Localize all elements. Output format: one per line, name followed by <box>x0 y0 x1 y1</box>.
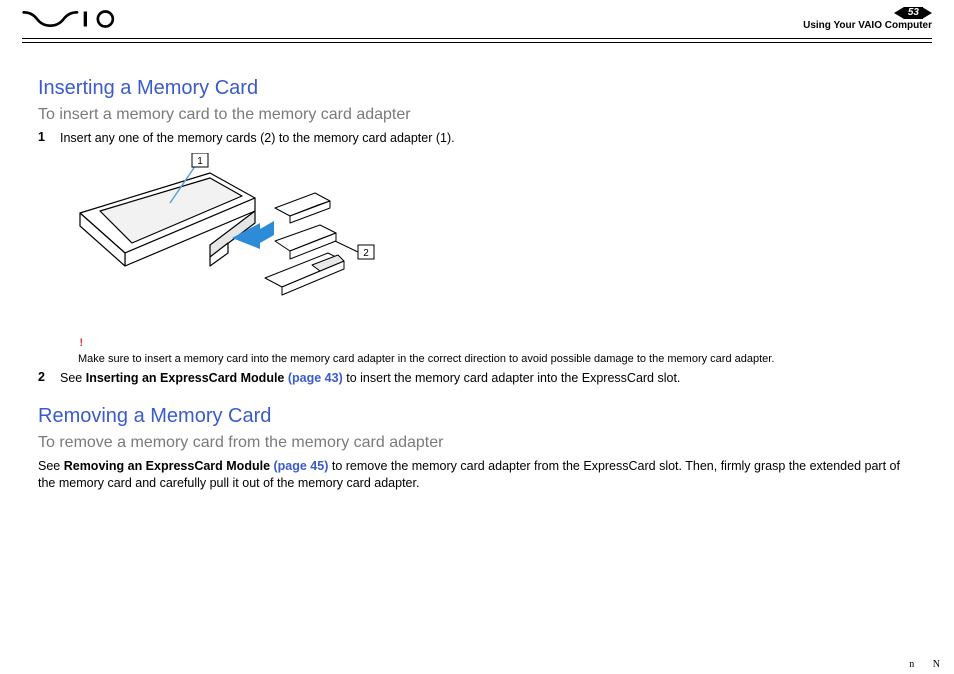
step-2-number: 2 <box>38 370 60 384</box>
remove-paragraph: See Removing an ExpressCard Module (page… <box>38 458 916 492</box>
prev-page-icon[interactable] <box>894 7 904 19</box>
step-2-post: to insert the memory card adapter into t… <box>343 371 681 385</box>
caution-note: ! Make sure to insert a memory card into… <box>78 337 916 367</box>
heading-remove: Removing a Memory Card <box>38 405 916 428</box>
remove-link[interactable]: (page 45) <box>274 459 329 473</box>
step-2-link[interactable]: (page 43) <box>288 371 343 385</box>
header-rule-1 <box>22 38 932 39</box>
illustration-memory-card: 1 2 <box>60 153 380 333</box>
subheading-remove: To remove a memory card from the memory … <box>38 434 916 452</box>
page-nav: 53 <box>894 7 932 19</box>
step-1-number: 1 <box>38 130 60 144</box>
svg-text:2: 2 <box>363 248 369 259</box>
step-2-pre: See <box>60 371 86 385</box>
step-1: 1 Insert any one of the memory cards (2)… <box>38 130 916 147</box>
register-marks: n N <box>909 659 948 670</box>
svg-text:1: 1 <box>197 156 203 167</box>
heading-insert: Inserting a Memory Card <box>38 77 916 100</box>
step-2: 2 See Inserting an ExpressCard Module (p… <box>38 370 916 387</box>
remove-bold: Removing an ExpressCard Module <box>64 459 274 473</box>
page-header: 53 Using Your VAIO Computer <box>0 0 954 38</box>
vaio-logo-svg <box>22 9 122 29</box>
remove-pre: See <box>38 459 64 473</box>
page-number: 53 <box>904 7 923 19</box>
section-title: Using Your VAIO Computer <box>803 20 932 31</box>
vaio-logo <box>22 9 122 29</box>
page-content: Inserting a Memory Card To insert a memo… <box>0 43 954 492</box>
step-2-bold: Inserting an ExpressCard Module <box>86 371 288 385</box>
step-1-text: Insert any one of the memory cards (2) t… <box>60 130 916 147</box>
caution-text: Make sure to insert a memory card into t… <box>78 353 774 365</box>
step-2-text: See Inserting an ExpressCard Module (pag… <box>60 370 916 387</box>
caution-icon: ! <box>78 337 916 351</box>
next-page-icon[interactable] <box>922 7 932 19</box>
subheading-insert: To insert a memory card to the memory ca… <box>38 106 916 124</box>
header-right: 53 Using Your VAIO Computer <box>803 7 932 31</box>
